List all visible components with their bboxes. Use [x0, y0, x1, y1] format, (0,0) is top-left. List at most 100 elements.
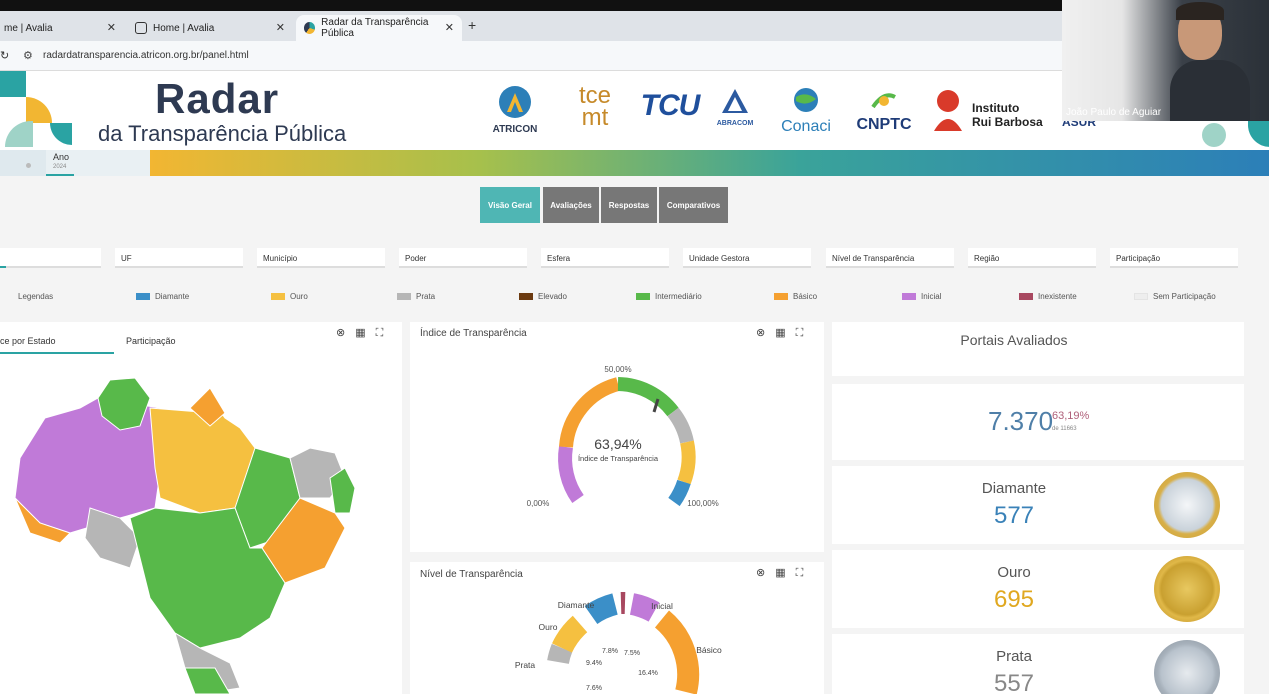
- tce-mt-logo: tce mt: [560, 84, 630, 131]
- panel-toolbar: ⊗ ▦ ⛶: [746, 326, 803, 340]
- close-icon[interactable]: ⊗: [756, 567, 765, 579]
- level-title: Nível de Transparência: [420, 569, 523, 580]
- table-icon[interactable]: ▦: [355, 327, 365, 339]
- gauge-value: 63,94%: [594, 436, 641, 452]
- filter-poder[interactable]: Poder: [399, 248, 527, 268]
- abracom-logo: ABRACOM: [709, 87, 761, 127]
- tab-visao-geral[interactable]: Visão Geral: [480, 187, 540, 223]
- tab-indice-por-estado[interactable]: ce por Estado: [0, 336, 56, 346]
- close-icon[interactable]: ⊗: [336, 327, 345, 339]
- pct-ouro: 9.4%: [586, 660, 602, 667]
- gauge-panel: Índice de Transparência ⊗ ▦ ⛶ 50,00% 0,00%…: [410, 322, 824, 552]
- person-body: [1170, 60, 1250, 121]
- legend-item: Intermediário: [636, 292, 702, 301]
- cnptc-label: CNPTC: [856, 116, 912, 133]
- tab-title: me | Avalia: [4, 22, 53, 34]
- reload-icon[interactable]: ↻: [0, 49, 9, 62]
- filter-nivel-transparencia[interactable]: Nível de Transparência: [826, 248, 954, 268]
- level-card-diamante: Diamante 577: [832, 466, 1244, 544]
- level-panel: Nível de Transparência ⊗ ▦ ⛶ Diamante Inic…: [410, 562, 824, 694]
- tab-title: Home | Avalia: [153, 22, 215, 34]
- prata-seal-icon: [1154, 640, 1220, 694]
- slice-prata: [547, 643, 573, 665]
- gauge-caption: Índice de Transparência: [578, 454, 659, 463]
- filter-uf[interactable]: UF: [115, 248, 243, 268]
- level-name: Ouro: [997, 564, 1031, 581]
- gauge-label-min: 0,00%: [527, 499, 550, 508]
- legend-swatch: [1019, 293, 1033, 300]
- page-icon: [135, 22, 147, 34]
- legend-swatch: [397, 293, 411, 300]
- expand-icon[interactable]: ⛶: [376, 327, 384, 339]
- label-prata: Prata: [515, 660, 536, 670]
- rui-barbosa-portrait-icon: [934, 90, 962, 131]
- portals-percent: 63,19%: [1052, 410, 1090, 422]
- pct-inicial: 7.5%: [624, 650, 640, 657]
- portals-of-text: de 11663: [1052, 426, 1077, 432]
- url-field[interactable]: radardatransparencia.atricon.org.br/pane…: [43, 50, 249, 61]
- label-basico: Básico: [696, 645, 722, 655]
- tab-participacao[interactable]: Participação: [126, 336, 176, 346]
- portals-title: Portais Avaliados: [960, 332, 1068, 348]
- panel-toolbar: ⊗ ▦ ⛶: [746, 566, 803, 580]
- decor-shape: [5, 121, 33, 147]
- status-dot: [26, 163, 31, 168]
- browser-tab[interactable]: me | Avalia ✕: [0, 15, 124, 41]
- tab-title: Radar da Transparência Pública: [321, 17, 429, 39]
- tcu-logo: TCU: [640, 89, 701, 123]
- browser-tab-active[interactable]: Radar da Transparência Pública ✕: [296, 15, 462, 41]
- tab-avaliacoes[interactable]: Avaliações: [543, 187, 599, 223]
- level-name: Prata: [996, 648, 1032, 665]
- close-icon[interactable]: ✕: [445, 21, 454, 34]
- new-tab-button[interactable]: +: [468, 17, 476, 33]
- label-diamante: Diamante: [558, 600, 595, 610]
- filter-municipio[interactable]: Município: [257, 248, 385, 268]
- legend-swatch: [774, 293, 788, 300]
- close-icon[interactable]: ✕: [276, 21, 285, 34]
- level-name: Diamante: [981, 480, 1047, 497]
- brand-title: Radar: [155, 75, 280, 122]
- legend-item: Inexistente: [1019, 292, 1077, 301]
- legend-item: Elevado: [519, 292, 567, 301]
- active-tab-underline: [0, 352, 114, 354]
- conaci-logo: Conaci: [774, 87, 838, 136]
- gauge-label-mid: 50,00%: [604, 365, 631, 374]
- filter-participacao[interactable]: Participação: [1110, 248, 1238, 268]
- tab-comparativos[interactable]: Comparativos: [659, 187, 728, 223]
- legend-item: Diamante: [136, 292, 189, 301]
- close-icon[interactable]: ⊗: [756, 327, 765, 339]
- legend-title: Legendas: [18, 292, 54, 301]
- tab-respostas[interactable]: Respostas: [601, 187, 657, 223]
- legend-swatch: [636, 293, 650, 300]
- filter-unidade-gestora[interactable]: Unidade Gestora: [683, 248, 811, 268]
- table-icon[interactable]: ▦: [775, 327, 785, 339]
- legend-swatch: [902, 293, 916, 300]
- filter-ano-select[interactable]: [0, 248, 101, 268]
- gauge-title: Índice de Transparência: [420, 328, 527, 339]
- radar-favicon: [304, 22, 316, 34]
- brazil-map: [14, 377, 356, 694]
- site-info-icon[interactable]: ⚙: [23, 49, 33, 62]
- filter-esfera[interactable]: Esfera: [541, 248, 669, 268]
- legend-swatch: [271, 293, 285, 300]
- level-card-ouro: Ouro 695: [832, 550, 1244, 628]
- conaci-label: Conaci: [781, 118, 831, 135]
- irb-label-bottom: Rui Barbosa: [972, 115, 1043, 129]
- level-count: 577: [993, 502, 1035, 529]
- filter-regiao[interactable]: Região: [968, 248, 1096, 268]
- portals-total: 7.370: [988, 406, 1054, 436]
- decor-shape: [0, 71, 26, 97]
- browser-tab[interactable]: Home | Avalia ✕: [127, 15, 293, 41]
- slice-ouro: [552, 615, 588, 654]
- table-icon[interactable]: ▦: [775, 567, 785, 579]
- decor-circle: [1202, 123, 1226, 147]
- atricon-logo: ATRICON: [487, 85, 543, 135]
- year-filter[interactable]: Ano 2024: [46, 150, 150, 176]
- diamante-seal-icon: [1154, 472, 1220, 538]
- close-icon[interactable]: ✕: [107, 21, 116, 34]
- gauge-label-max: 100,00%: [687, 499, 719, 508]
- tcu-label: TCU: [640, 89, 701, 122]
- expand-icon[interactable]: ⛶: [796, 327, 804, 339]
- expand-icon[interactable]: ⛶: [796, 567, 804, 579]
- mt-label: mt: [581, 104, 609, 131]
